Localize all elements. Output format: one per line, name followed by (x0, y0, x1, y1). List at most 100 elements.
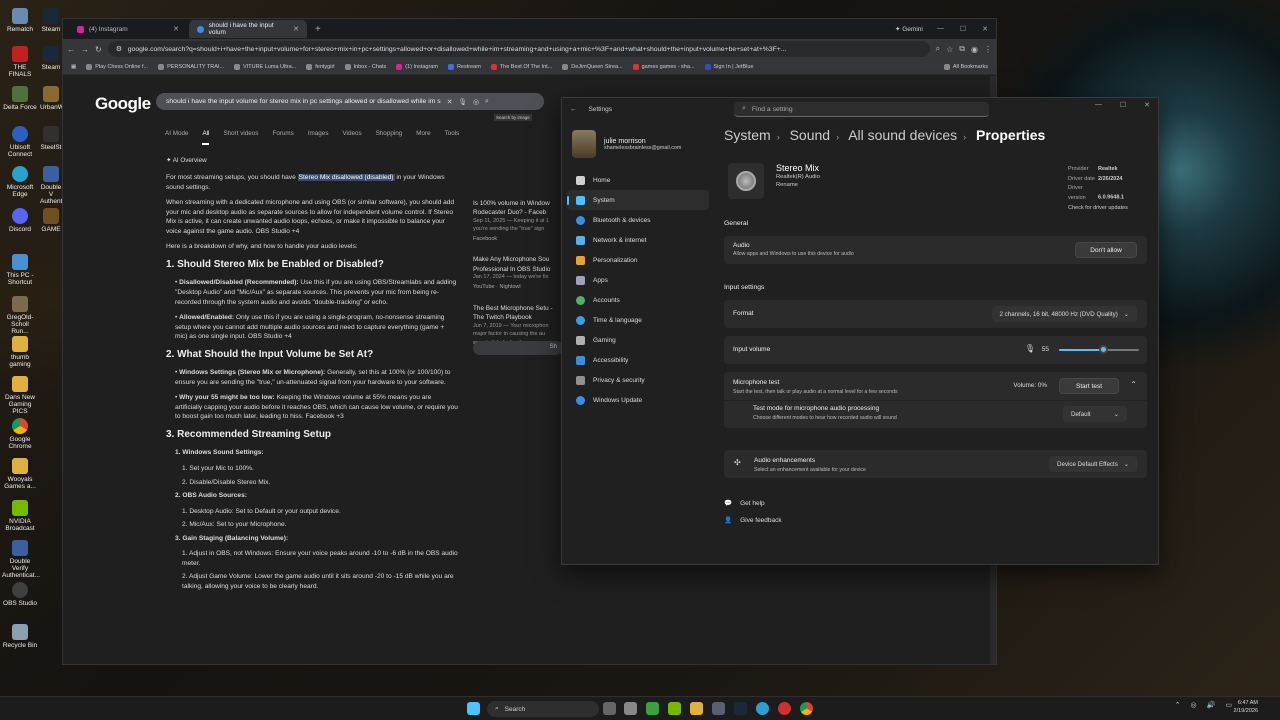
nav-apps[interactable]: Apps (567, 270, 709, 290)
breadcrumb-all-sound-devices[interactable]: All sound devices (848, 127, 957, 143)
slider-thumb[interactable] (1099, 345, 1108, 354)
nvidia-icon[interactable] (668, 702, 681, 715)
close-icon[interactable]: ✕ (293, 25, 299, 33)
edge-icon[interactable] (756, 702, 769, 715)
desktop-icon[interactable]: GregOld-Scholl Run... (2, 296, 38, 335)
bookmark-item[interactable]: fentygirl (306, 63, 335, 70)
tab-tools[interactable]: Tools (445, 130, 460, 145)
desktop-icon[interactable]: Double Verify Authenticat... (2, 540, 40, 579)
desktop-icon[interactable]: Recycle Bin (2, 624, 38, 649)
chevron-up-icon[interactable]: ⌃ (1130, 380, 1137, 389)
breadcrumb-sound[interactable]: Sound (790, 127, 830, 143)
desktop-icon[interactable]: NVIDIA Broadcast (2, 500, 38, 532)
store-icon[interactable] (712, 702, 725, 715)
network-icon[interactable]: ◎ (1191, 701, 1197, 709)
tab-forums[interactable]: Forums (272, 130, 293, 145)
desktop-icon[interactable]: OBS Studio (2, 582, 38, 607)
desktop-icon[interactable]: Delta Force (2, 86, 38, 111)
maximize-icon[interactable]: ☐ (960, 25, 966, 33)
battery-icon[interactable]: ▭ (1225, 701, 1232, 709)
nav-accounts[interactable]: Accounts (567, 290, 709, 310)
star-icon[interactable]: ☆ (946, 45, 953, 54)
clock[interactable]: 6:47 AM 2/19/2026 (1234, 700, 1258, 715)
profile-icon[interactable]: ◉ (971, 45, 978, 54)
bookmark-item[interactable]: (1) Instagram (396, 63, 438, 70)
back-icon[interactable]: ← (570, 106, 577, 113)
desktop-icon[interactable]: Discord (2, 208, 38, 233)
extensions-icon[interactable]: ⧉ (959, 44, 965, 54)
search-icon[interactable]: ⌕ (485, 98, 489, 106)
minimize-icon[interactable]: — (1095, 101, 1102, 109)
settings-app-icon[interactable] (624, 702, 637, 715)
desktop-icon[interactable]: UrbanW (40, 86, 64, 111)
new-tab-icon[interactable]: + (309, 24, 327, 35)
tab-shopping[interactable]: Shopping (376, 130, 403, 145)
start-icon[interactable] (467, 702, 480, 715)
media-icon[interactable] (646, 702, 659, 715)
minimize-icon[interactable]: — (937, 25, 944, 33)
bookmark-item[interactable]: Play Chess Online f... (86, 63, 148, 70)
chevron-up-icon[interactable]: ⌃ (1175, 701, 1181, 709)
all-bookmarks[interactable]: All Bookmarks (943, 63, 988, 70)
forward-icon[interactable]: → (81, 45, 89, 54)
nav-privacy[interactable]: Privacy & security (567, 370, 709, 390)
obs-icon[interactable] (778, 702, 791, 715)
nav-accessibility[interactable]: Accessibility (567, 350, 709, 370)
show-all-button[interactable]: Sh (473, 341, 563, 355)
desktop-icon[interactable]: SteelSt (40, 126, 62, 151)
mic-icon[interactable]: 🎙 (1025, 344, 1035, 353)
nav-gaming[interactable]: Gaming (567, 330, 709, 350)
format-dropdown[interactable]: 2 channels, 16 bit, 48000 Hz (DVD Qualit… (991, 306, 1137, 322)
nav-time-language[interactable]: Time & language (567, 310, 709, 330)
task-view-icon[interactable] (603, 702, 616, 715)
desktop-icon[interactable]: thumb gaming (2, 336, 38, 368)
address-bar[interactable]: ⚙ google.com/search?q=should+i+have+the+i… (107, 41, 930, 57)
bookmark-item[interactable]: The Best Of The Int... (490, 63, 552, 70)
find-setting-input[interactable]: ⌕ Find a setting (734, 102, 989, 117)
apps-icon[interactable]: ▦ (71, 64, 76, 70)
source-card[interactable]: Make Any Microphone Sou Professional In … (473, 255, 563, 292)
breadcrumb-system[interactable]: System (724, 127, 771, 143)
start-test-button[interactable]: Start test (1059, 378, 1119, 394)
nav-personalization[interactable]: Personalization (567, 250, 709, 270)
give-feedback-link[interactable]: 👤 Give feedback (724, 516, 782, 525)
desktop-icon[interactable]: Wooyals Games a... (2, 458, 38, 490)
search-input[interactable]: should i have the input volume for stere… (156, 93, 544, 110)
desktop-icon[interactable]: This PC - Shortcut (2, 254, 38, 286)
bookmark-item[interactable]: Restream (447, 63, 481, 70)
nav-network[interactable]: Network & internet (567, 230, 709, 250)
bookmark-item[interactable]: Sign In | JetBlue (704, 63, 753, 70)
bookmark-item[interactable]: Inbox - Chats (344, 63, 386, 70)
close-icon[interactable]: ✕ (1144, 101, 1150, 109)
clear-icon[interactable]: ✕ (447, 98, 453, 106)
desktop-icon[interactable]: Ubisoft Connect (2, 126, 38, 158)
back-icon[interactable]: ← (67, 45, 75, 54)
desktop-icon[interactable]: Rematch (2, 8, 38, 33)
nav-bluetooth[interactable]: Bluetooth & devices (567, 210, 709, 230)
chrome-icon[interactable] (800, 702, 813, 715)
dont-allow-button[interactable]: Don't allow (1075, 242, 1137, 258)
bookmark-item[interactable]: games games - sha... (632, 63, 695, 70)
speaker-icon[interactable]: 🔊 (1207, 701, 1216, 709)
check-driver-updates-link[interactable]: Check for driver updates (1068, 204, 1128, 214)
bookmark-item[interactable]: DeJimQueen Strea... (562, 63, 623, 70)
tab-short-videos[interactable]: Short videos (223, 130, 258, 145)
desktop-icon[interactable]: Dans New Gaming PICS (2, 376, 38, 415)
get-help-link[interactable]: 💬 Get help (724, 499, 765, 508)
taskbar-search[interactable]: ⌕ Search (487, 701, 599, 717)
tab-ai-mode[interactable]: AI Mode (165, 130, 188, 145)
mic-icon[interactable]: 🎙 (458, 98, 467, 106)
rename-link[interactable]: Rename (776, 181, 820, 189)
reload-icon[interactable]: ↻ (95, 45, 102, 54)
tab-instagram[interactable]: (4) Instagram ✕ (69, 20, 187, 38)
user-profile[interactable]: julie morrison shamelessbrainless@gmail.c… (572, 130, 681, 158)
google-logo[interactable]: Google (95, 94, 151, 114)
desktop-icon[interactable]: Microsoft Edge (2, 166, 38, 198)
tab-videos[interactable]: Videos (342, 130, 361, 145)
bookmark-item[interactable]: PERSONALITY TRAI... (158, 63, 224, 70)
nav-system[interactable]: System (567, 190, 709, 210)
maximize-icon[interactable]: ☐ (1120, 101, 1126, 109)
close-icon[interactable]: ✕ (173, 25, 179, 33)
desktop-icon[interactable]: Steam (40, 46, 62, 71)
tab-images[interactable]: Images (308, 130, 329, 145)
